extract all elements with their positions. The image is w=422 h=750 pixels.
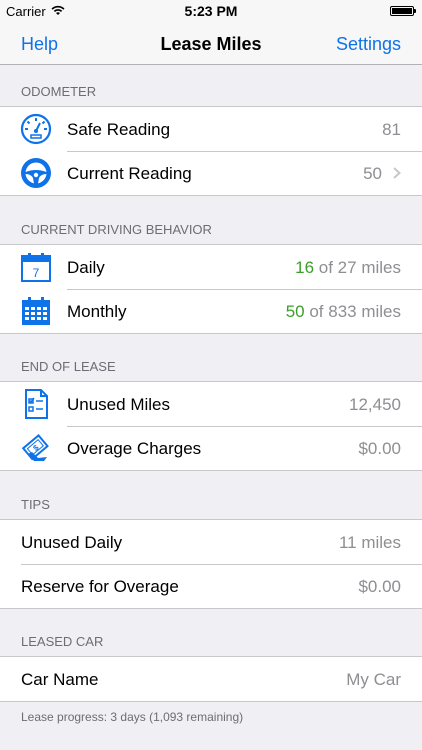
settings-button[interactable]: Settings (336, 34, 401, 55)
driving-group: 7 Daily 16 of 27 miles Monthly 50 of 833… (0, 244, 422, 334)
speedometer-icon (20, 113, 52, 145)
unused-daily-row: Unused Daily 11 miles (0, 520, 422, 564)
unused-miles-value: 12,450 (349, 395, 401, 414)
tips-group: Unused Daily 11 miles Reserve for Overag… (0, 519, 422, 609)
status-bar: Carrier 5:23 PM (0, 0, 422, 22)
reserve-for-overage-row: Reserve for Overage $0.00 (0, 564, 422, 608)
money-cash-icon: $ (21, 434, 49, 461)
lease-progress-note: Lease progress: 3 days (1,093 remaining) (21, 710, 244, 724)
car-name-row[interactable]: Car Name My Car (0, 657, 422, 701)
unused-miles-label: Unused Miles (67, 395, 170, 414)
section-header-odometer: ODOMETER (21, 84, 97, 99)
overage-charges-row: $ Overage Charges $0.00 (0, 426, 422, 470)
clock: 5:23 PM (184, 3, 238, 19)
section-header-end-of-lease: END OF LEASE (21, 359, 116, 374)
steering-wheel-icon (21, 158, 51, 188)
current-reading-row[interactable]: Current Reading 50 (0, 151, 422, 195)
calendar-month-icon (22, 297, 50, 325)
end-of-lease-group: Unused Miles 12,450 $ Overage Charges $0… (0, 381, 422, 471)
section-header-driving: CURRENT DRIVING BEHAVIOR (21, 222, 212, 237)
car-name-label: Car Name (21, 670, 99, 689)
monthly-row: Monthly 50 of 833 miles (0, 289, 422, 333)
leased-car-group: Car Name My Car (0, 656, 422, 702)
safe-reading-value: 81 (382, 120, 401, 139)
checklist-document-icon (25, 389, 48, 419)
monthly-value-current: 50 (285, 302, 305, 321)
navigation-bar: Help Lease Miles Settings (0, 22, 422, 65)
safe-reading-label: Safe Reading (67, 120, 171, 139)
unused-daily-value: 11 miles (338, 533, 401, 552)
daily-row: 7 Daily 16 of 27 miles (0, 245, 422, 289)
overage-charges-label: Overage Charges (67, 439, 202, 458)
daily-value-current: 16 (295, 258, 315, 277)
safe-reading-row: Safe Reading 81 (0, 107, 422, 151)
section-header-leased-car: LEASED CAR (21, 634, 104, 649)
section-header-tips: TIPS (21, 497, 50, 512)
calendar-day-icon: 7 (21, 253, 51, 282)
battery-icon (390, 6, 416, 16)
car-name-field[interactable]: My Car (346, 670, 401, 690)
monthly-value: 50 of 833 miles (286, 302, 401, 322)
daily-value: 16 of 27 miles (295, 258, 401, 278)
unused-daily-label: Unused Daily (21, 533, 123, 552)
monthly-label: Monthly (67, 302, 127, 321)
current-reading-label: Current Reading (67, 164, 192, 183)
monthly-value-limit: of 833 miles (304, 302, 401, 321)
reserve-for-overage-value: $0.00 (358, 577, 401, 596)
chevron-right-icon (393, 167, 401, 179)
daily-label: Daily (67, 258, 105, 277)
current-reading-value: 50 (363, 164, 382, 183)
unused-miles-row: Unused Miles 12,450 (0, 382, 422, 426)
daily-value-limit: of 27 miles (314, 258, 401, 277)
odometer-group: Safe Reading 81 Current Reading 50 (0, 106, 422, 196)
calendar-day-number: 7 (33, 266, 40, 280)
reserve-for-overage-label: Reserve for Overage (21, 577, 179, 596)
overage-charges-value: $0.00 (358, 439, 401, 458)
